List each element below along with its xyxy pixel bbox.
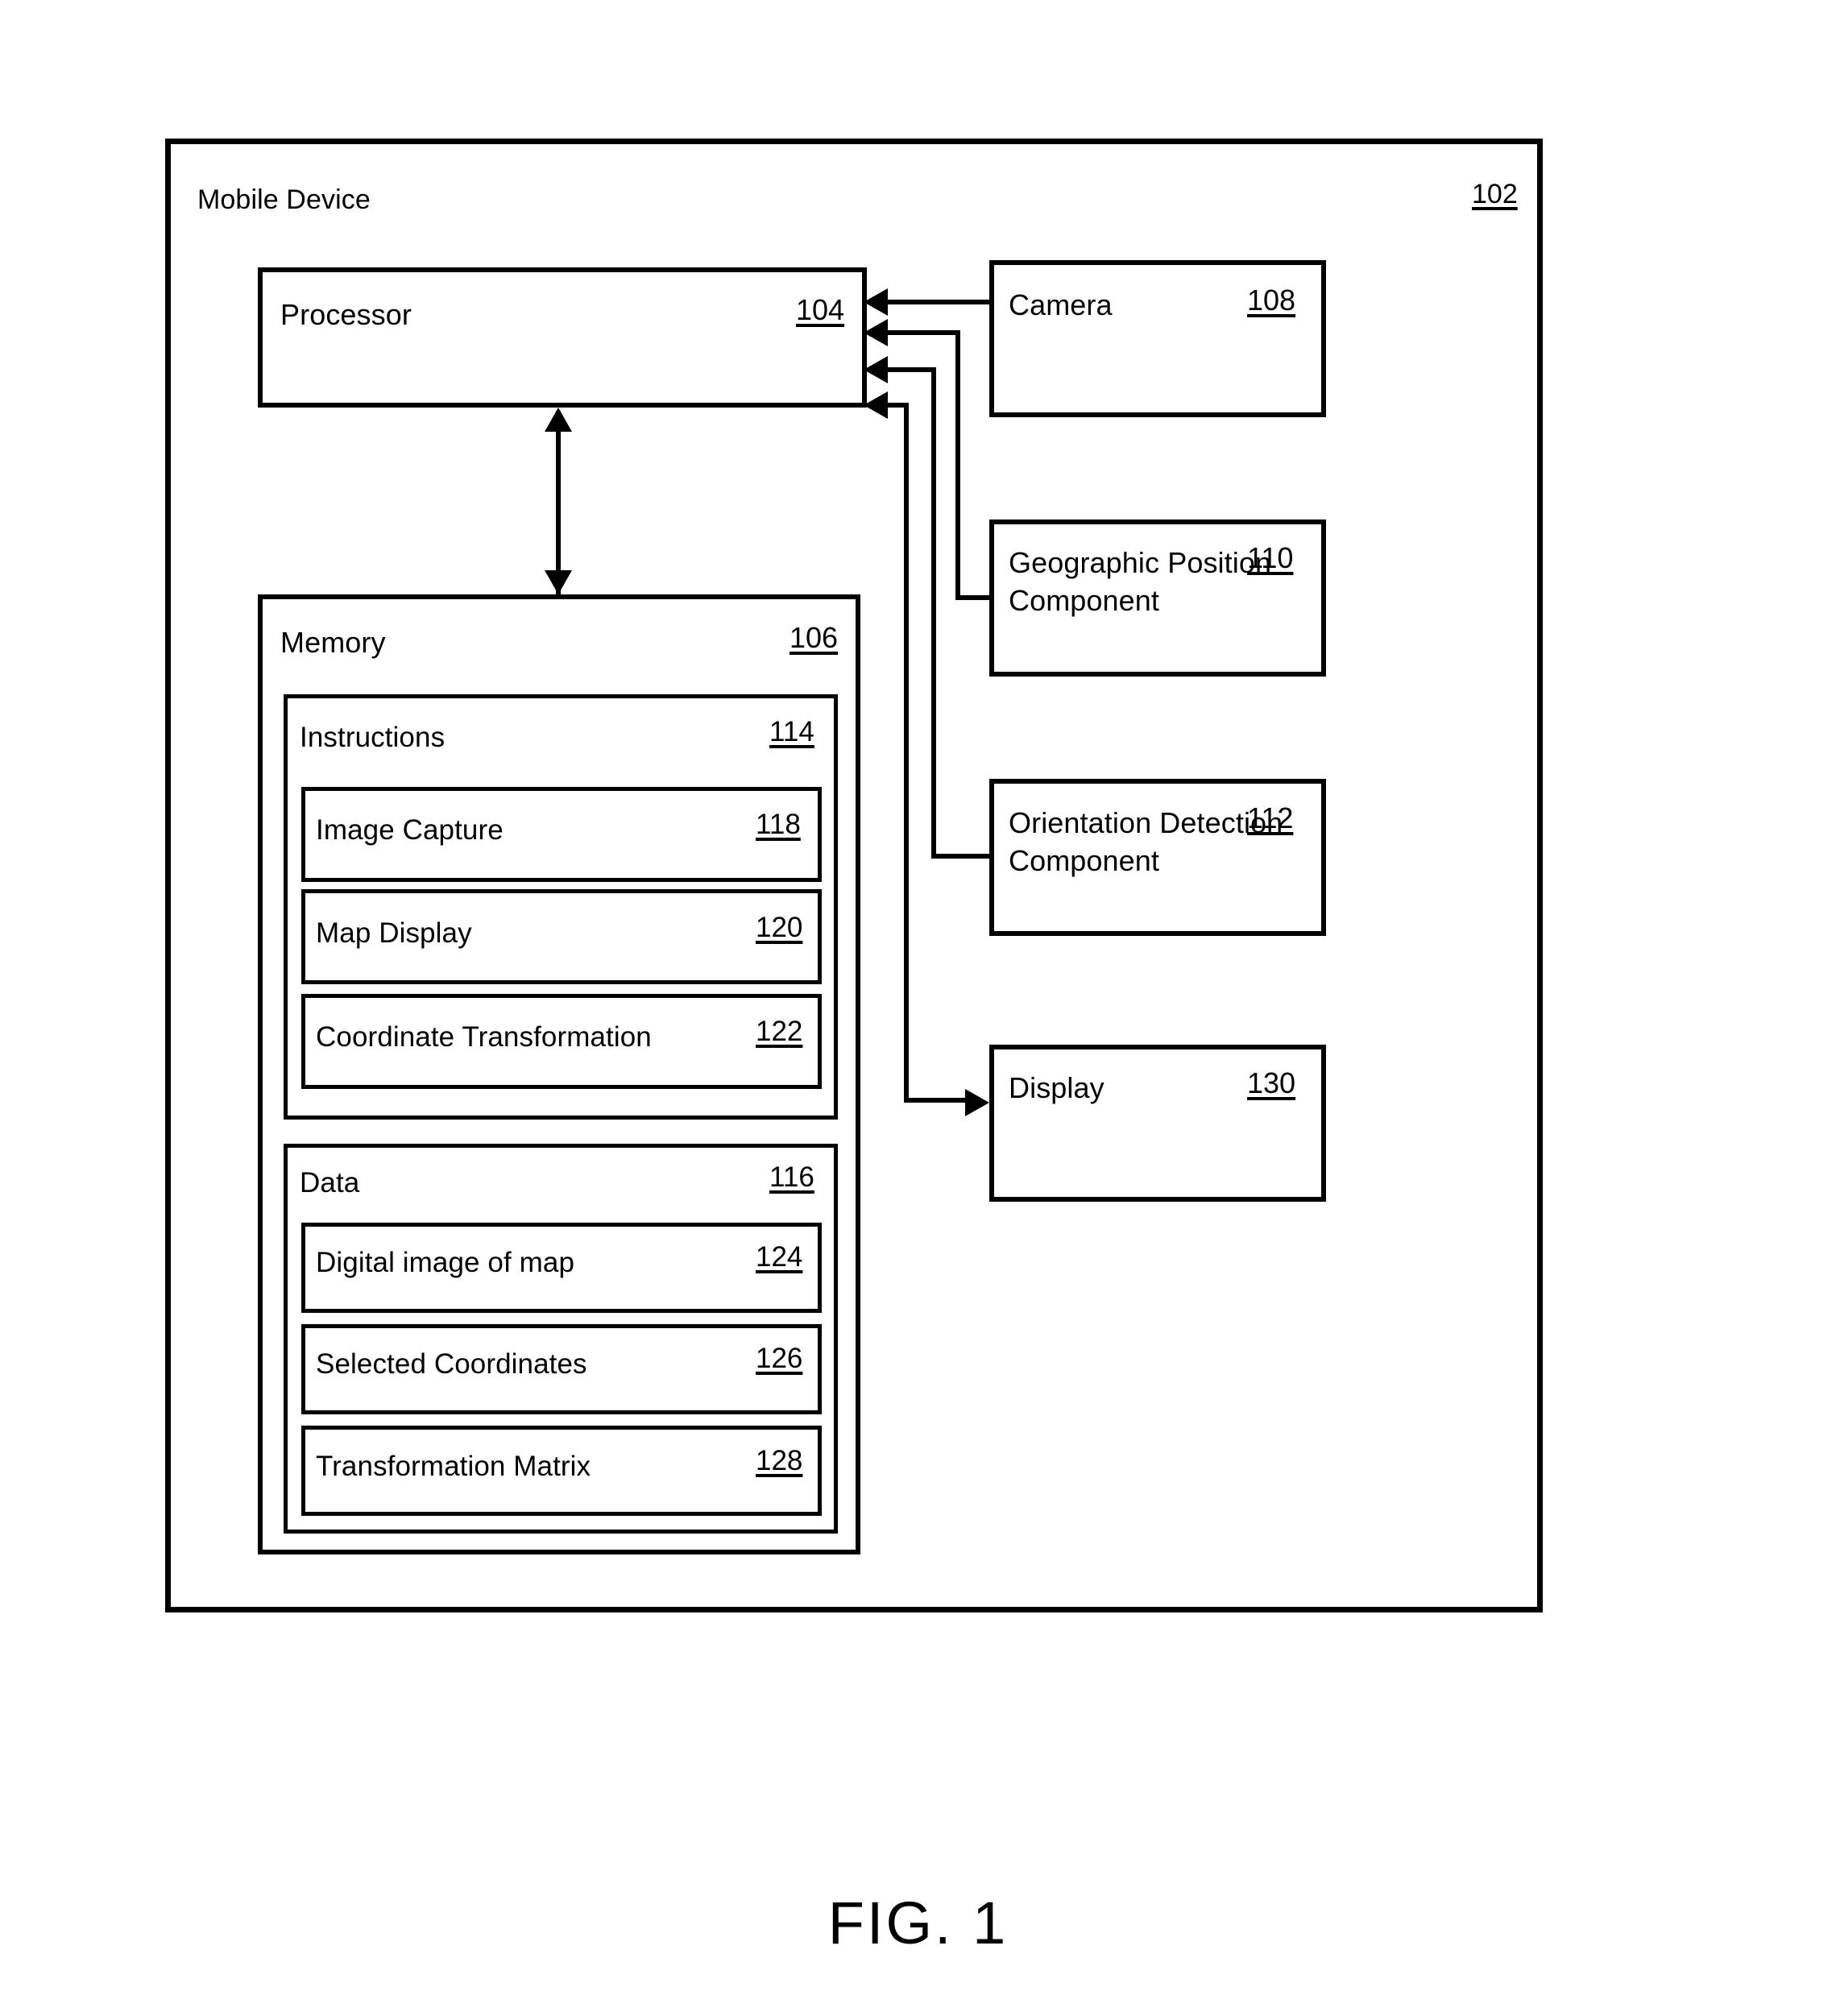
data-item-label: Selected Coordinates (316, 1348, 587, 1380)
display-label: Display (1009, 1071, 1105, 1104)
figure-canvas: Mobile Device 102 Processor 104 Memory 1… (0, 0, 1836, 2016)
data-label: Data (300, 1167, 360, 1198)
instruction-item-label: Coordinate Transformation (316, 1021, 652, 1053)
instructions-label: Instructions (300, 722, 446, 753)
orientation-processor-line-top (886, 367, 936, 372)
processor-memory-arrowhead-down (545, 570, 572, 594)
processor-label: Processor (280, 298, 412, 331)
data-ref: 116 (769, 1161, 814, 1193)
geoposition-processor-arrowhead (864, 319, 888, 346)
processor-memory-link-line (556, 411, 561, 594)
instruction-item-ref: 118 (756, 809, 801, 840)
camera-processor-arrowhead (864, 288, 888, 316)
display-ref: 130 (1247, 1066, 1296, 1099)
data-item-label: Transformation Matrix (316, 1451, 591, 1482)
memory-ref: 106 (790, 621, 839, 654)
geoposition-processor-line-top (886, 330, 960, 335)
camera-label: Camera (1009, 288, 1113, 321)
geographic-position-component-label: Geographic Position Component (1009, 546, 1272, 617)
camera-ref: 108 (1247, 284, 1296, 317)
orientation-detection-component-ref: 112 (1247, 801, 1294, 834)
data-item-ref: 126 (756, 1343, 803, 1374)
instruction-item-ref: 122 (756, 1016, 803, 1047)
processor-memory-arrowhead-up (545, 408, 572, 432)
processor-display-arrowhead (965, 1089, 989, 1116)
instruction-item-label: Image Capture (316, 814, 504, 846)
orientation-detection-component-label: Orientation Detection Component (1009, 806, 1283, 877)
processor-box (258, 267, 867, 408)
processor-display-line-vertical (904, 403, 909, 1103)
data-item-ref: 128 (756, 1445, 803, 1476)
geographic-position-component-ref: 110 (1247, 541, 1294, 574)
geoposition-processor-line-bottom (955, 595, 991, 600)
orientation-processor-line-vertical (931, 367, 936, 859)
figure-caption: FIG. 1 (827, 1890, 1009, 1956)
data-item-label: Digital image of map (316, 1247, 575, 1278)
orientation-processor-arrowhead (864, 356, 888, 383)
processor-ref: 104 (796, 293, 845, 326)
instruction-item-label: Map Display (316, 917, 472, 949)
camera-processor-line (886, 300, 991, 304)
instruction-item-ref: 120 (756, 912, 803, 943)
mobile-device-label: Mobile Device (197, 184, 371, 215)
processor-display-origin-arrowhead (864, 391, 888, 419)
mobile-device-ref: 102 (1472, 179, 1518, 209)
orientation-processor-line-bottom (931, 854, 991, 859)
processor-display-line-bottom (904, 1098, 968, 1103)
data-item-ref: 124 (756, 1241, 803, 1273)
instructions-ref: 114 (769, 716, 814, 747)
geoposition-processor-line-vertical (955, 330, 960, 600)
memory-label: Memory (280, 626, 386, 659)
